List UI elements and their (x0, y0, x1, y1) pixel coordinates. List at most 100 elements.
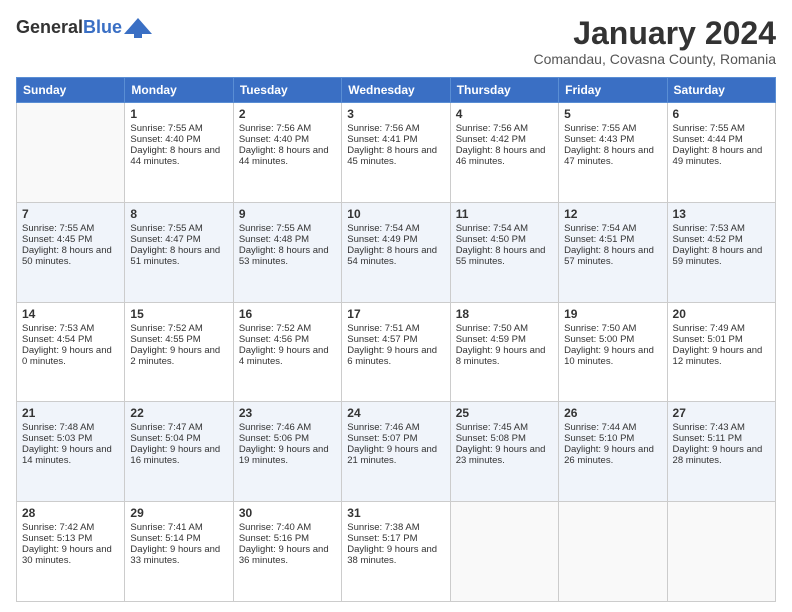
daylight-text: Daylight: 8 hours and 46 minutes. (456, 145, 553, 167)
sunrise-text: Sunrise: 7:54 AM (347, 223, 444, 234)
sunset-text: Sunset: 4:45 PM (22, 234, 119, 245)
day-number: 13 (673, 207, 770, 221)
daylight-text: Daylight: 9 hours and 10 minutes. (564, 345, 661, 367)
day-cell: 20Sunrise: 7:49 AMSunset: 5:01 PMDayligh… (667, 302, 775, 402)
day-cell: 26Sunrise: 7:44 AMSunset: 5:10 PMDayligh… (559, 402, 667, 502)
sunrise-text: Sunrise: 7:55 AM (130, 223, 227, 234)
daylight-text: Daylight: 9 hours and 33 minutes. (130, 544, 227, 566)
day-number: 3 (347, 107, 444, 121)
sunrise-text: Sunrise: 7:47 AM (130, 422, 227, 433)
header-day: Wednesday (342, 78, 450, 103)
day-number: 15 (130, 307, 227, 321)
sunset-text: Sunset: 5:10 PM (564, 433, 661, 444)
sunrise-text: Sunrise: 7:46 AM (239, 422, 336, 433)
header-day: Monday (125, 78, 233, 103)
daylight-text: Daylight: 9 hours and 16 minutes. (130, 444, 227, 466)
day-number: 6 (673, 107, 770, 121)
day-number: 24 (347, 406, 444, 420)
sunrise-text: Sunrise: 7:51 AM (347, 323, 444, 334)
sunrise-text: Sunrise: 7:41 AM (130, 522, 227, 533)
header-day: Tuesday (233, 78, 341, 103)
daylight-text: Daylight: 9 hours and 4 minutes. (239, 345, 336, 367)
sunset-text: Sunset: 4:47 PM (130, 234, 227, 245)
day-number: 31 (347, 506, 444, 520)
header-row: SundayMondayTuesdayWednesdayThursdayFrid… (17, 78, 776, 103)
sunset-text: Sunset: 4:52 PM (673, 234, 770, 245)
sunset-text: Sunset: 4:41 PM (347, 134, 444, 145)
sunset-text: Sunset: 4:49 PM (347, 234, 444, 245)
day-number: 5 (564, 107, 661, 121)
header-day: Saturday (667, 78, 775, 103)
week-row: 14Sunrise: 7:53 AMSunset: 4:54 PMDayligh… (17, 302, 776, 402)
daylight-text: Daylight: 8 hours and 57 minutes. (564, 245, 661, 267)
day-number: 12 (564, 207, 661, 221)
header-day: Friday (559, 78, 667, 103)
day-cell: 22Sunrise: 7:47 AMSunset: 5:04 PMDayligh… (125, 402, 233, 502)
daylight-text: Daylight: 8 hours and 55 minutes. (456, 245, 553, 267)
sunrise-text: Sunrise: 7:49 AM (673, 323, 770, 334)
sunrise-text: Sunrise: 7:43 AM (673, 422, 770, 433)
sunset-text: Sunset: 5:11 PM (673, 433, 770, 444)
sunset-text: Sunset: 4:55 PM (130, 334, 227, 345)
sunset-text: Sunset: 4:40 PM (130, 134, 227, 145)
daylight-text: Daylight: 9 hours and 23 minutes. (456, 444, 553, 466)
daylight-text: Daylight: 8 hours and 49 minutes. (673, 145, 770, 167)
page: GeneralBlue January 2024 Comandau, Covas… (0, 0, 792, 612)
day-cell: 1Sunrise: 7:55 AMSunset: 4:40 PMDaylight… (125, 103, 233, 203)
sunset-text: Sunset: 5:00 PM (564, 334, 661, 345)
sunset-text: Sunset: 4:44 PM (673, 134, 770, 145)
day-cell: 18Sunrise: 7:50 AMSunset: 4:59 PMDayligh… (450, 302, 558, 402)
day-number: 1 (130, 107, 227, 121)
sunset-text: Sunset: 5:17 PM (347, 533, 444, 544)
day-cell: 16Sunrise: 7:52 AMSunset: 4:56 PMDayligh… (233, 302, 341, 402)
daylight-text: Daylight: 8 hours and 47 minutes. (564, 145, 661, 167)
daylight-text: Daylight: 8 hours and 50 minutes. (22, 245, 119, 267)
daylight-text: Daylight: 8 hours and 44 minutes. (239, 145, 336, 167)
daylight-text: Daylight: 8 hours and 51 minutes. (130, 245, 227, 267)
daylight-text: Daylight: 9 hours and 19 minutes. (239, 444, 336, 466)
daylight-text: Daylight: 9 hours and 14 minutes. (22, 444, 119, 466)
day-number: 28 (22, 506, 119, 520)
day-number: 18 (456, 307, 553, 321)
sunset-text: Sunset: 5:14 PM (130, 533, 227, 544)
day-number: 21 (22, 406, 119, 420)
day-cell: 21 Sunrise: 7:48 AMSunset: 5:03 PMDayligh… (17, 402, 125, 502)
daylight-text: Daylight: 9 hours and 2 minutes. (130, 345, 227, 367)
week-row: 1Sunrise: 7:55 AMSunset: 4:40 PMDaylight… (17, 103, 776, 203)
sunrise-text: Sunrise: 7:52 AM (239, 323, 336, 334)
sunset-text: Sunset: 5:03 PM (22, 433, 119, 444)
daylight-text: Daylight: 9 hours and 28 minutes. (673, 444, 770, 466)
day-cell: 14Sunrise: 7:53 AMSunset: 4:54 PMDayligh… (17, 302, 125, 402)
day-number: 14 (22, 307, 119, 321)
daylight-text: Daylight: 9 hours and 36 minutes. (239, 544, 336, 566)
daylight-text: Daylight: 9 hours and 38 minutes. (347, 544, 444, 566)
sunset-text: Sunset: 5:04 PM (130, 433, 227, 444)
daylight-text: Daylight: 9 hours and 26 minutes. (564, 444, 661, 466)
daylight-text: Daylight: 9 hours and 8 minutes. (456, 345, 553, 367)
day-cell: 31Sunrise: 7:38 AMSunset: 5:17 PMDayligh… (342, 502, 450, 602)
day-cell: 24Sunrise: 7:46 AMSunset: 5:07 PMDayligh… (342, 402, 450, 502)
sunset-text: Sunset: 4:42 PM (456, 134, 553, 145)
day-cell (17, 103, 125, 203)
day-cell: 4Sunrise: 7:56 AMSunset: 4:42 PMDaylight… (450, 103, 558, 203)
day-number: 17 (347, 307, 444, 321)
day-cell: 10Sunrise: 7:54 AMSunset: 4:49 PMDayligh… (342, 202, 450, 302)
sunset-text: Sunset: 5:08 PM (456, 433, 553, 444)
header-day: Thursday (450, 78, 558, 103)
day-cell: 15Sunrise: 7:52 AMSunset: 4:55 PMDayligh… (125, 302, 233, 402)
day-cell: 17Sunrise: 7:51 AMSunset: 4:57 PMDayligh… (342, 302, 450, 402)
day-cell: 30Sunrise: 7:40 AMSunset: 5:16 PMDayligh… (233, 502, 341, 602)
day-cell (667, 502, 775, 602)
sunset-text: Sunset: 5:06 PM (239, 433, 336, 444)
day-number: 7 (22, 207, 119, 221)
day-number: 11 (456, 207, 553, 221)
day-cell (559, 502, 667, 602)
day-number: 20 (673, 307, 770, 321)
sunrise-text: Sunrise: 7:53 AM (673, 223, 770, 234)
day-number: 23 (239, 406, 336, 420)
daylight-text: Daylight: 8 hours and 59 minutes. (673, 245, 770, 267)
sunrise-text: Sunrise: 7:48 AM (22, 422, 119, 433)
logo: GeneralBlue (16, 16, 152, 38)
day-cell: 12Sunrise: 7:54 AMSunset: 4:51 PMDayligh… (559, 202, 667, 302)
sunrise-text: Sunrise: 7:55 AM (239, 223, 336, 234)
